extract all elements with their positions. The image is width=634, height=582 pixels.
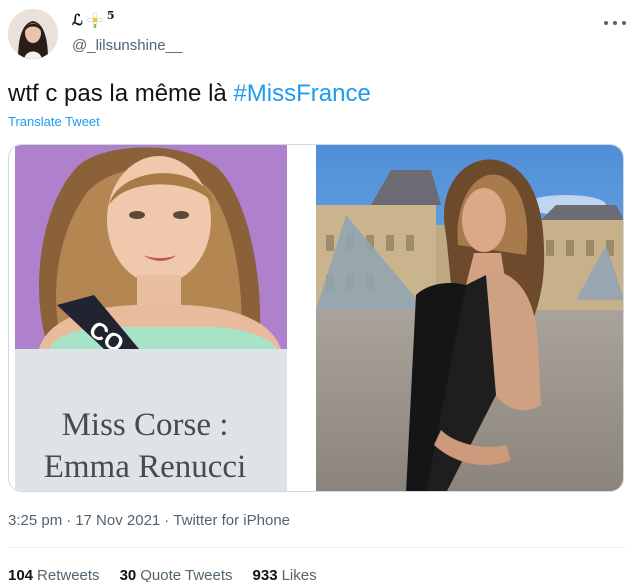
divider [8, 547, 626, 548]
likes-label: Likes [281, 567, 317, 582]
tweet-media[interactable]: CO Miss Corse : Emma Renucci [8, 144, 624, 492]
user-handle[interactable]: @_lilsunshine__ [72, 37, 182, 54]
display-name-suffix: 5 [106, 8, 115, 22]
retweets-count: 104 [8, 567, 34, 582]
tweet: ℒ 5 @_lilsunshine__ wtf c pas la même là… [0, 0, 634, 582]
display-name[interactable]: ℒ 5 [72, 8, 115, 30]
caption-line-2: Emma Renucci [43, 449, 247, 485]
separator: · [164, 512, 170, 529]
daisy-icon [87, 12, 103, 28]
tweet-date[interactable]: 17 Nov 2021 [75, 512, 160, 529]
retweets-label: Retweets [37, 567, 100, 582]
louvre-photo-icon [316, 145, 623, 491]
tweet-text: wtf c pas la même là #MissFrance [8, 80, 371, 108]
more-dot-icon [604, 21, 608, 25]
avatar[interactable] [8, 9, 58, 59]
engagement-stats: 104 Retweets 30 Quote Tweets 933 Likes [8, 567, 317, 582]
likes-count: 933 [252, 567, 278, 582]
quote-tweets-stat[interactable]: 30 Quote Tweets [120, 567, 233, 582]
display-name-text: ℒ [72, 11, 83, 29]
profile-photo-icon [8, 9, 58, 59]
media-image-right[interactable] [316, 145, 623, 491]
hashtag-link[interactable]: #MissFrance [233, 80, 370, 107]
caption-line-1: Miss Corse : [61, 407, 229, 443]
tweet-timestamp: 3:25 pm · 17 Nov 2021 · Twitter for iPhone [8, 512, 290, 529]
tweet-time[interactable]: 3:25 pm [8, 512, 62, 529]
quotes-count: 30 [119, 567, 137, 582]
media-image-left[interactable]: CO Miss Corse : Emma Renucci [9, 145, 314, 491]
more-options-button[interactable] [604, 17, 626, 29]
separator: · [66, 512, 72, 529]
more-dot-icon [622, 21, 626, 25]
tweet-body: wtf c pas la même là [8, 80, 234, 107]
tweet-source[interactable]: Twitter for iPhone [173, 512, 290, 529]
translate-tweet-link[interactable]: Translate Tweet [8, 114, 100, 129]
likes-stat[interactable]: 933 Likes [253, 567, 317, 582]
more-dot-icon [613, 21, 617, 25]
retweets-stat[interactable]: 104 Retweets [8, 567, 100, 582]
quotes-label: Quote Tweets [140, 567, 233, 582]
